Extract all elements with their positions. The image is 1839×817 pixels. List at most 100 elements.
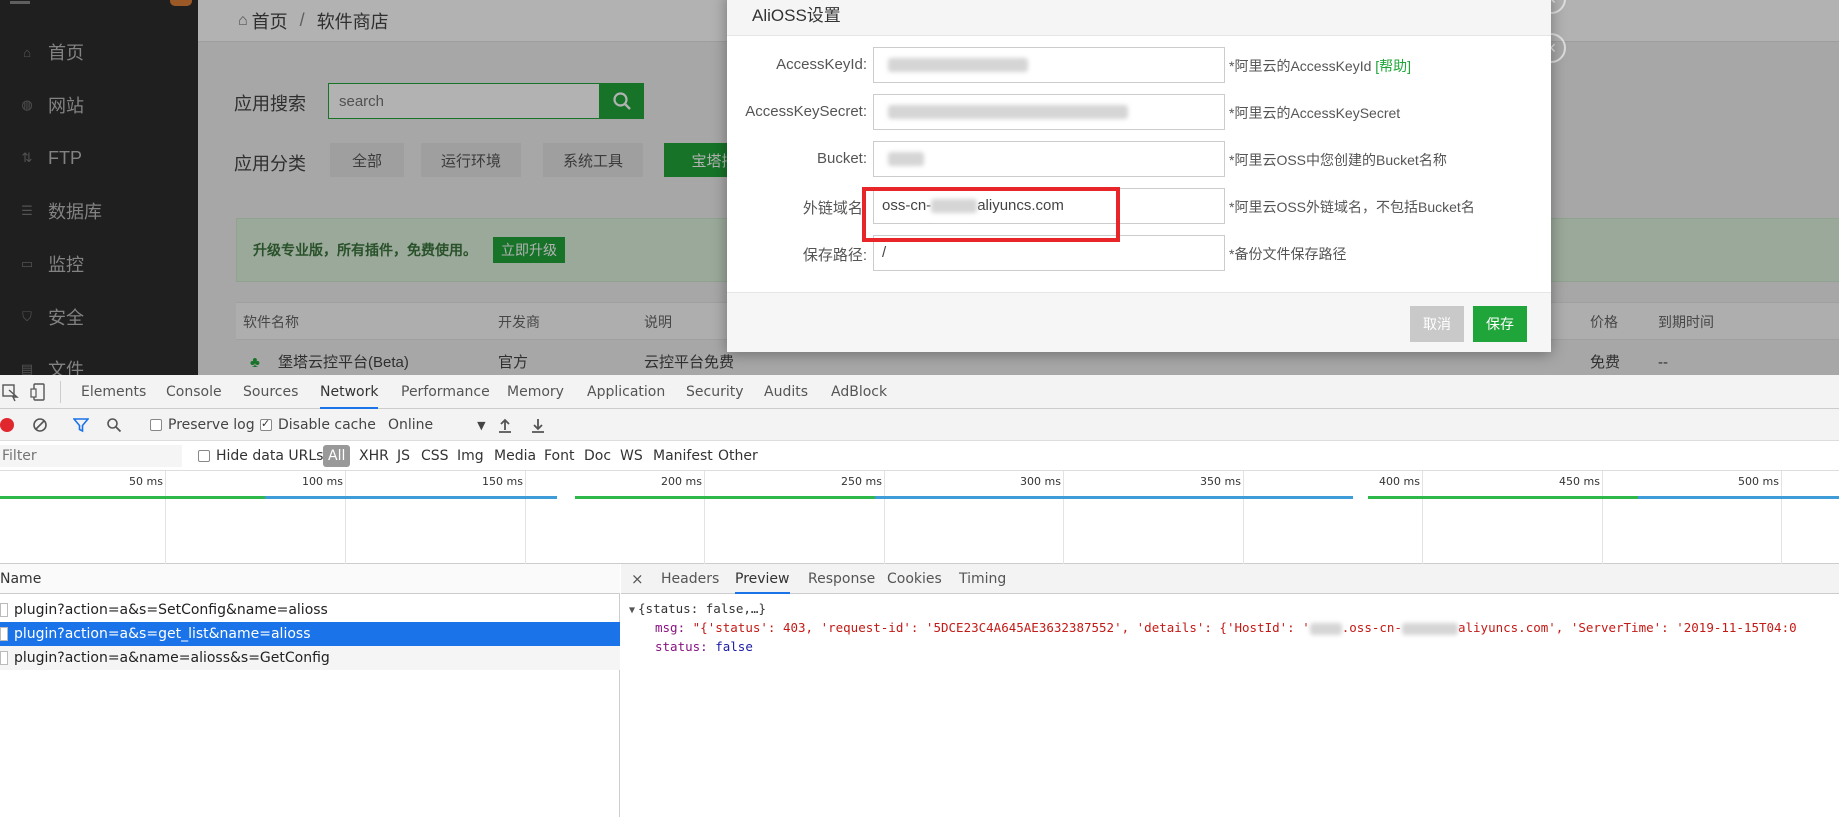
tab-audits[interactable]: Audits — [764, 375, 808, 409]
save-path-label: 保存路径: — [802, 247, 867, 264]
filter-bar: Hide data URLs All XHR JS CSS Img Media … — [0, 441, 1839, 471]
filter-icon[interactable] — [73, 409, 89, 441]
tick-line — [884, 471, 885, 564]
name-column-header[interactable]: Name — [0, 564, 620, 594]
hide-data-urls-checkbox[interactable]: Hide data URLs — [198, 441, 323, 471]
filter-type-all[interactable]: All — [323, 445, 351, 467]
tab-timing[interactable]: Timing — [959, 564, 1006, 594]
request-detail-panel: × Headers Preview Response Cookies Timin… — [621, 564, 1839, 817]
tick-line — [704, 471, 705, 564]
network-timeline-overview[interactable]: 50 ms 100 ms 150 ms 200 ms 250 ms 300 ms… — [0, 471, 1839, 564]
search-icon[interactable] — [106, 409, 122, 441]
timing-bar-waiting — [0, 496, 265, 499]
tab-network[interactable]: Network — [320, 375, 379, 409]
tab-console[interactable]: Console — [166, 375, 222, 409]
request-row[interactable]: plugin?action=a&s=SetConfig&name=alioss — [0, 598, 620, 622]
tick-line — [1422, 471, 1423, 564]
tab-elements[interactable]: Elements — [81, 375, 146, 409]
filter-type-xhr[interactable]: XHR — [359, 441, 389, 471]
devtools-tabbar: Elements Console Sources Network Perform… — [0, 375, 1839, 409]
save-path-hint: *备份文件保存路径 — [1229, 246, 1347, 262]
timing-bar-download — [875, 496, 1353, 499]
disable-cache-checkbox[interactable]: Disable cache — [260, 409, 376, 441]
filter-input[interactable] — [0, 445, 182, 467]
redacted-value — [888, 58, 1028, 73]
tick-label: 450 ms — [1559, 475, 1600, 488]
tick-label: 50 ms — [129, 475, 163, 488]
help-link[interactable]: [帮助] — [1375, 58, 1411, 74]
timing-bar-waiting — [575, 496, 875, 499]
request-list: Name plugin?action=a&s=SetConfig&name=al… — [0, 564, 620, 817]
bucket-label: Bucket: — [816, 150, 867, 167]
redacted-value — [1309, 622, 1342, 635]
endpoint-hint: *阿里云OSS外链域名，不包括Bucket名 — [1229, 199, 1475, 215]
cancel-button[interactable]: 取消 — [1410, 306, 1464, 342]
checkbox-icon — [150, 419, 162, 431]
tab-application[interactable]: Application — [587, 375, 665, 409]
bucket-field[interactable] — [873, 141, 1225, 177]
tab-sources[interactable]: Sources — [243, 375, 298, 409]
accesskeysecret-hint: *阿里云的AccessKeySecret — [1229, 105, 1401, 121]
tick-label: 150 ms — [482, 475, 523, 488]
filter-type-css[interactable]: CSS — [421, 441, 449, 471]
redacted-value — [1401, 622, 1458, 635]
tick-line — [1063, 471, 1064, 564]
filter-type-doc[interactable]: Doc — [584, 441, 611, 471]
accesskeyid-field[interactable] — [873, 47, 1225, 83]
tab-response[interactable]: Response — [808, 564, 875, 594]
tab-memory[interactable]: Memory — [507, 375, 564, 409]
filter-type-manifest[interactable]: Manifest — [653, 441, 713, 471]
checkbox-checked-icon — [260, 417, 272, 431]
network-toolbar: Preserve log Disable cache Online▼ — [0, 409, 1839, 441]
save-button[interactable]: 保存 — [1473, 306, 1527, 342]
dialog-title: AliOSS设置 — [727, 0, 1551, 36]
filter-type-img[interactable]: Img — [457, 441, 484, 471]
close-icon[interactable]: × — [631, 564, 644, 594]
json-status-line: status: false — [655, 639, 753, 654]
divider — [60, 381, 61, 403]
filter-type-media[interactable]: Media — [494, 441, 536, 471]
preserve-log-checkbox[interactable]: Preserve log — [150, 409, 255, 441]
filter-type-other[interactable]: Other — [718, 441, 758, 471]
xhr-file-icon — [0, 603, 8, 617]
triangle-down-icon: ▼ — [629, 605, 636, 616]
devtools-panel: Elements Console Sources Network Perform… — [0, 375, 1839, 817]
accesskeyid-label: AccessKeyId: — [776, 56, 867, 73]
accesskeysecret-field[interactable] — [873, 94, 1225, 130]
inspect-icon[interactable] — [2, 375, 20, 409]
tab-preview[interactable]: Preview — [735, 564, 790, 594]
tick-label: 400 ms — [1379, 475, 1420, 488]
request-row[interactable]: plugin?action=a&name=alioss&s=GetConfig — [0, 646, 620, 670]
checkbox-icon — [198, 450, 210, 462]
filter-type-ws[interactable]: WS — [620, 441, 643, 471]
app-window: ⌂ 首页 ◍ 网站 ⇅ FTP ☰ 数据库 ▭ 监控 ⛉ 安全 ▤ 文件 ⌂ 首页 / 软件商… — [0, 0, 1839, 375]
filter-type-js[interactable]: JS — [397, 441, 410, 471]
filter-type-font[interactable]: Font — [544, 441, 574, 471]
throttle-select[interactable]: Online ▼ — [388, 409, 486, 441]
export-har-icon[interactable] — [531, 409, 545, 441]
clear-icon[interactable] — [32, 409, 48, 441]
tab-adblock[interactable]: AdBlock — [831, 375, 887, 409]
request-row-selected[interactable]: plugin?action=a&s=get_list&name=alioss — [0, 622, 620, 646]
device-toggle-icon[interactable] — [30, 375, 48, 409]
tab-security[interactable]: Security — [686, 375, 744, 409]
import-har-icon[interactable] — [498, 409, 512, 441]
tab-headers[interactable]: Headers — [661, 564, 719, 594]
tab-cookies[interactable]: Cookies — [887, 564, 942, 594]
redacted-value — [888, 152, 924, 167]
json-root-line[interactable]: ▼ {status: false,…} — [629, 600, 766, 618]
timing-bar-download — [1638, 496, 1839, 499]
tab-performance[interactable]: Performance — [401, 375, 490, 409]
accesskeyid-hint: *阿里云的AccessKeyId [帮助] — [1229, 58, 1412, 74]
detail-tabbar: × Headers Preview Response Cookies Timin… — [621, 564, 1839, 594]
record-icon[interactable] — [0, 409, 14, 441]
highlight-annotation — [862, 187, 1120, 242]
chevron-down-icon: ▼ — [477, 418, 486, 432]
bucket-hint: *阿里云OSS中您创建的Bucket名称 — [1229, 152, 1447, 168]
alioss-settings-dialog: AliOSS设置 AccessKeyId: *阿里云的AccessKeyId [… — [727, 0, 1551, 352]
tick-label: 100 ms — [302, 475, 343, 488]
tick-line — [1602, 471, 1603, 564]
tick-label: 250 ms — [841, 475, 882, 488]
dialog-footer: 取消 保存 — [727, 292, 1551, 352]
redacted-value — [888, 105, 1128, 120]
